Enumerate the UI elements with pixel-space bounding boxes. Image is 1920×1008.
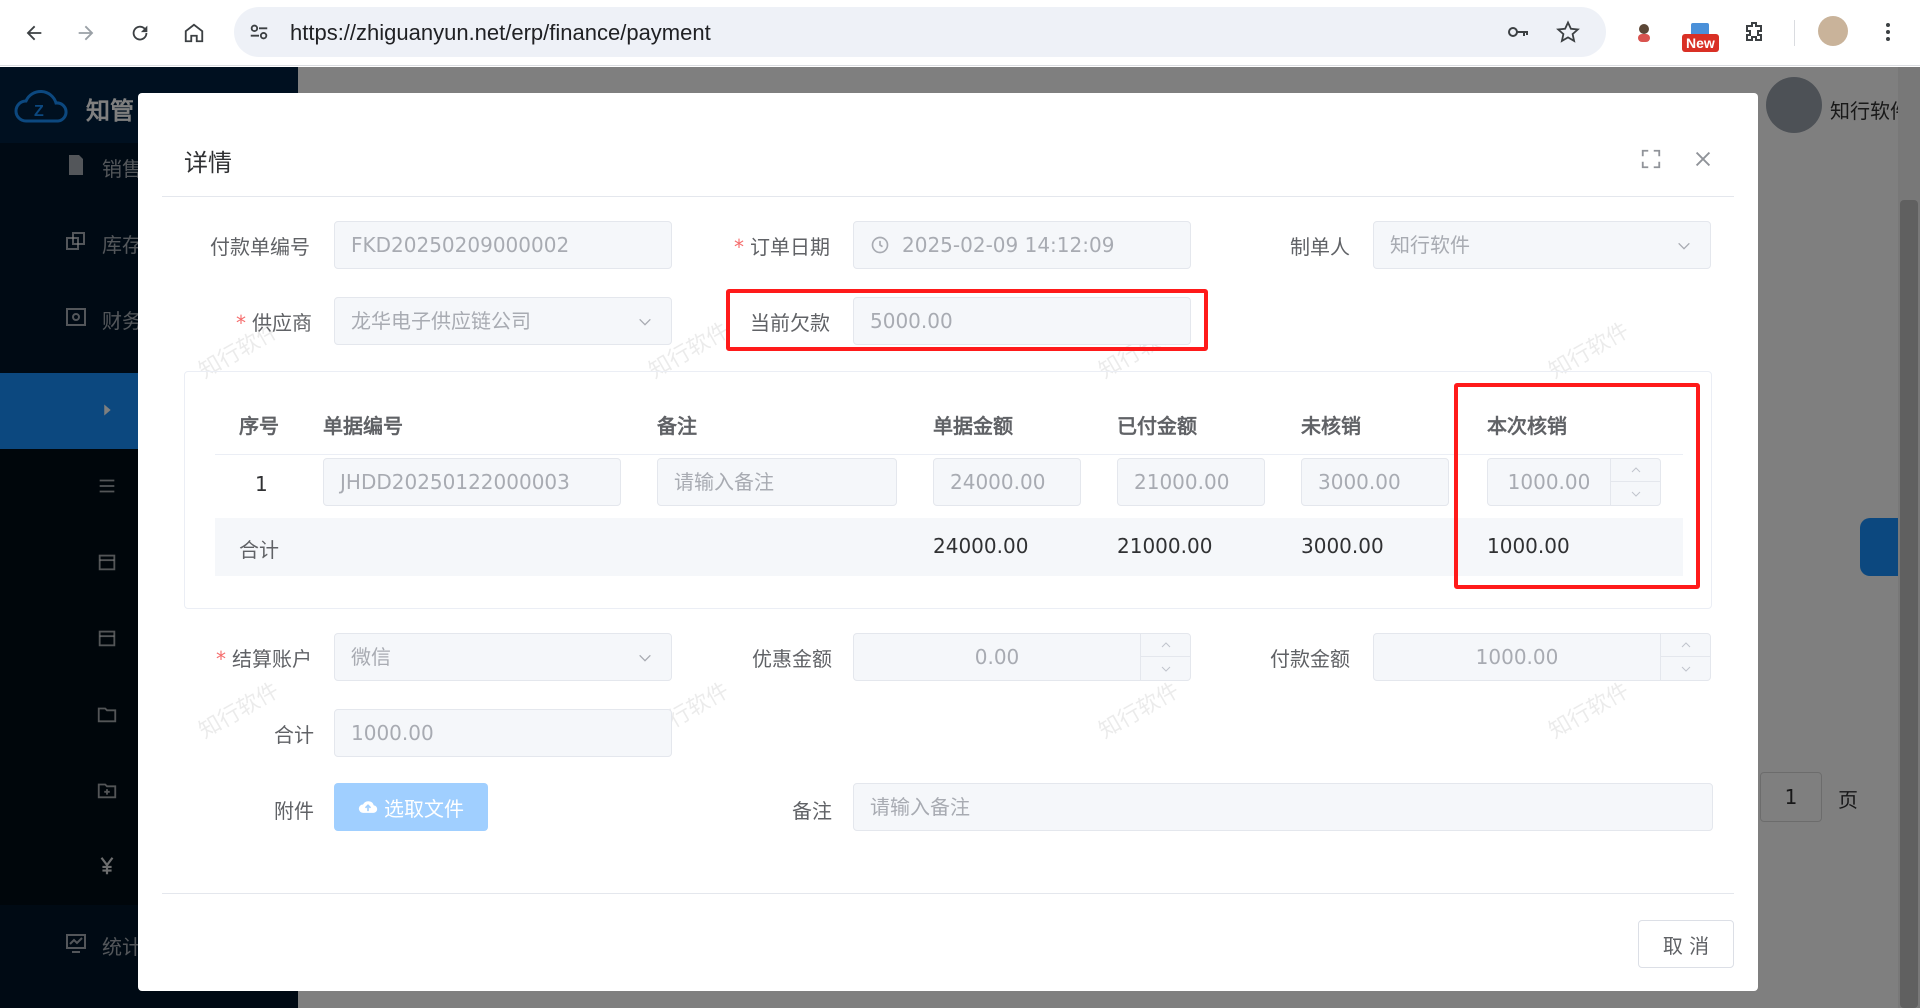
back-button[interactable] (18, 17, 50, 49)
cloud-upload-icon (358, 801, 378, 813)
row-remark-input[interactable]: 请输入备注 (657, 458, 897, 506)
order-date-field[interactable]: 2025-02-09 14:12:09 (853, 221, 1191, 269)
dialog-header-divider (162, 196, 1734, 197)
remark-textarea[interactable]: 请输入备注 (853, 783, 1713, 831)
cancel-button[interactable]: 取 消 (1638, 920, 1734, 968)
col-header-index: 序号 (239, 414, 279, 438)
discount-stepper[interactable]: 0.00 (853, 633, 1191, 681)
chevron-down-icon (639, 318, 651, 326)
supplier-label: * 供应商 (236, 311, 312, 335)
arrow-right-icon (78, 25, 94, 41)
col-header-remark: 备注 (657, 414, 697, 438)
forward-button[interactable] (70, 17, 102, 49)
decrease-button[interactable] (1661, 657, 1710, 680)
col-header-paid-amount: 已付金额 (1117, 414, 1197, 438)
row-bill-amount-field[interactable]: 24000.00 (933, 458, 1081, 506)
chevron-up-icon (1161, 642, 1170, 648)
supplier-select[interactable]: 龙华电子供应链公司 (334, 297, 672, 345)
col-header-unverified: 未核销 (1301, 414, 1361, 438)
number-stepper[interactable] (1660, 634, 1710, 680)
highlight-box-current-debt (726, 289, 1208, 351)
browser-toolbar: https://zhiguanyun.net/erp/finance/payme… (0, 0, 1920, 66)
home-button[interactable] (178, 17, 210, 49)
chevron-down-icon (1678, 242, 1690, 250)
discount-label: 优惠金额 (752, 647, 832, 671)
watermark: 知行软件 (1094, 678, 1184, 744)
extensions-puzzle-icon[interactable] (1740, 18, 1768, 46)
url-text[interactable]: https://zhiguanyun.net/erp/finance/payme… (290, 20, 711, 46)
dialog-title: 详情 (184, 149, 232, 177)
creator-label: 制单人 (1290, 235, 1350, 259)
creator-select[interactable]: 知行软件 (1373, 221, 1711, 269)
profile-avatar[interactable] (1818, 16, 1848, 46)
new-badge: New (1682, 34, 1719, 52)
chevron-down-icon (1681, 666, 1690, 672)
total-label: 合计 (274, 723, 314, 747)
close-icon[interactable] (1692, 148, 1714, 170)
chevron-up-icon (1681, 642, 1690, 648)
increase-button[interactable] (1141, 634, 1190, 657)
col-header-bill-no: 单据编号 (323, 414, 403, 438)
summary-paid-amount: 21000.00 (1117, 534, 1213, 558)
site-settings-icon[interactable] (248, 21, 270, 43)
account-select[interactable]: 微信 (334, 633, 672, 681)
summary-bill-amount: 24000.00 (933, 534, 1029, 558)
arrow-left-icon (26, 25, 42, 41)
highlight-box-this-verify (1454, 383, 1700, 589)
chevron-down-icon (639, 654, 651, 662)
pay-amount-stepper[interactable]: 1000.00 (1373, 633, 1711, 681)
row-paid-amount-field[interactable]: 21000.00 (1117, 458, 1265, 506)
dialog-footer-divider (162, 893, 1734, 894)
watermark: 知行软件 (194, 678, 284, 744)
upload-button[interactable]: 选取文件 (334, 783, 488, 831)
clock-icon (871, 236, 889, 254)
order-date-label: * 订单日期 (734, 235, 830, 259)
payment-no-field[interactable]: FKD20250209000002 (334, 221, 672, 269)
col-header-bill-amount: 单据金额 (933, 414, 1013, 438)
watermark: 知行软件 (1544, 678, 1634, 744)
address-bar[interactable]: https://zhiguanyun.net/erp/finance/payme… (234, 7, 1606, 57)
summary-label: 合计 (239, 538, 279, 562)
summary-unverified: 3000.00 (1301, 534, 1384, 558)
remark-label: 备注 (792, 799, 832, 823)
pay-amount-label: 付款金额 (1270, 647, 1350, 671)
row-index: 1 (255, 472, 268, 496)
key-icon[interactable] (1506, 20, 1530, 44)
row-bill-no-field[interactable]: JHDD20250122000003 (323, 458, 621, 506)
star-icon[interactable] (1556, 20, 1580, 44)
fullscreen-icon[interactable] (1640, 148, 1662, 170)
reload-button[interactable] (124, 17, 156, 49)
payment-no-label: 付款单编号 (210, 235, 310, 259)
row-unverified-field[interactable]: 3000.00 (1301, 458, 1449, 506)
chevron-down-icon (1161, 666, 1170, 672)
decrease-button[interactable] (1141, 657, 1190, 680)
increase-button[interactable] (1661, 634, 1710, 657)
detail-dialog: 详情 知行软件 知行软件 知行软件 知行软件 知行软件 知行软件 知行软件 知行… (138, 93, 1758, 991)
attachment-label: 附件 (274, 799, 314, 823)
reload-icon (132, 25, 148, 41)
account-label: * 结算账户 (216, 647, 312, 671)
home-icon (184, 23, 204, 43)
more-menu-icon[interactable] (1874, 18, 1902, 46)
extension-profile-icon[interactable] (1630, 18, 1658, 46)
number-stepper[interactable] (1140, 634, 1190, 680)
total-field[interactable]: 1000.00 (334, 709, 672, 757)
